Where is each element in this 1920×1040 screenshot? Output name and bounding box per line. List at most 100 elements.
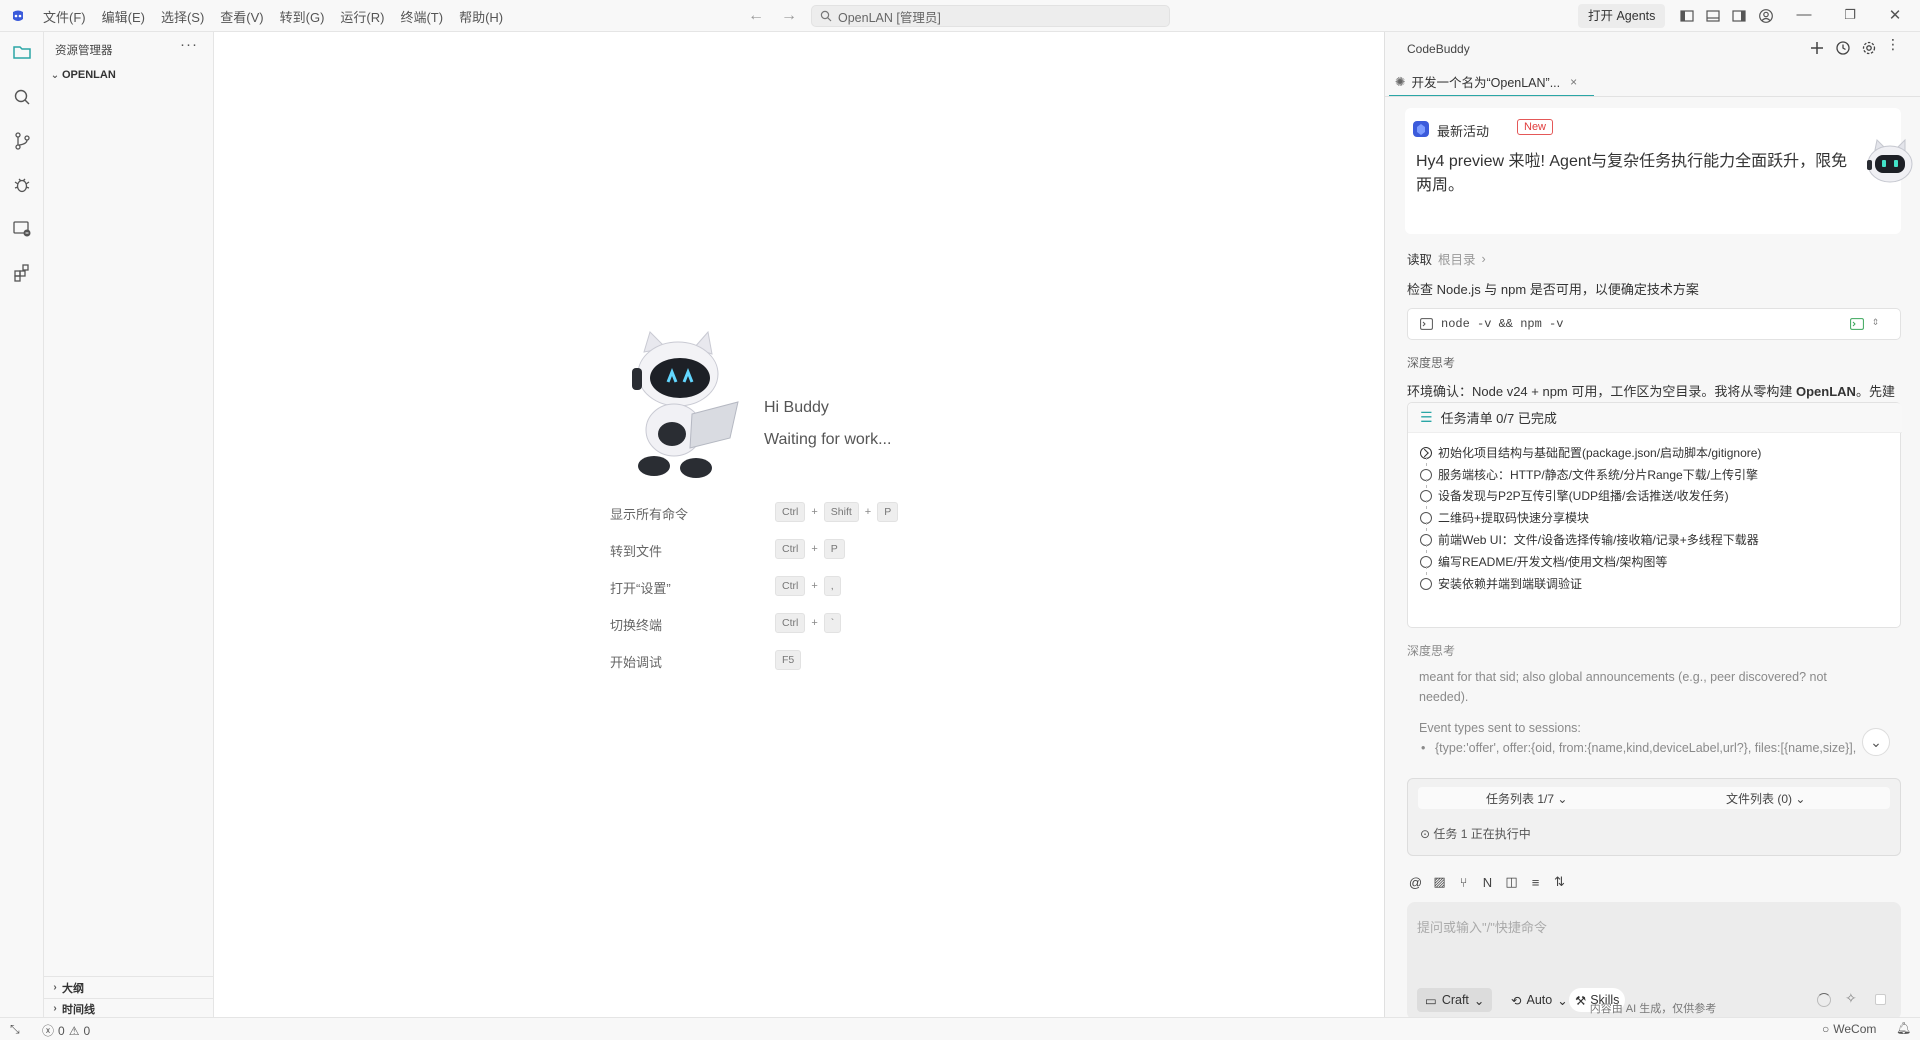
explorer-icon[interactable] [11, 41, 33, 63]
read-label: 读取 [1407, 253, 1433, 267]
outline-section[interactable]: › 大纲 [44, 976, 214, 998]
task-text: 服务端核心：HTTP/静态/文件系统/分片Range下载/上传引擎 [1438, 468, 1759, 482]
search-icon [820, 10, 832, 22]
task-pending-icon [1420, 577, 1432, 590]
task-connector [1426, 566, 1427, 575]
mention-icon[interactable]: @ [1407, 875, 1424, 890]
shortcut-label-start-debugging[interactable]: 开始调试 [610, 652, 662, 671]
shortcut-label-go-to-file[interactable]: 转到文件 [610, 541, 662, 560]
problems-indicator[interactable]: ⓧ 0 ⚠ 0 [42, 1022, 90, 1039]
warning-icon: ⚠ [68, 1023, 80, 1038]
thinking-line: meant for that sid; also global announce… [1419, 670, 1827, 684]
wecom-status[interactable]: ○ WeCom [1822, 1022, 1876, 1036]
notification-bell-icon[interactable]: 🔔︎ [1896, 1021, 1911, 1035]
menu-help[interactable]: 帮助(H) [459, 7, 503, 26]
task-checklist-card: ☰ 任务清单 0/7 已完成 初始化项目结构与基础配置(package.json… [1407, 402, 1902, 628]
task-connector [1426, 522, 1427, 531]
more-actions-icon[interactable]: ··· [180, 36, 198, 53]
welcome-greeting: Hi Buddy [764, 399, 829, 416]
shortcut-label-open-settings[interactable]: 打开“设置” [610, 578, 671, 597]
deep-thinking-label[interactable]: 深度思考 [1407, 354, 1455, 371]
nav-forward-icon[interactable]: → [781, 7, 797, 25]
root-folder-label: OPENLAN [62, 69, 116, 81]
rules-list-icon[interactable]: ≡ [1527, 875, 1544, 890]
task-text: 设备发现与P2P互传引擎(UDP组播/会话推送/收发任务) [1438, 489, 1729, 503]
task-text: 安装依赖并端到端联调验证 [1438, 577, 1583, 591]
thinking-line: {type:'offer', offer:{oid, from:{name,ki… [1435, 741, 1857, 755]
run-debug-icon[interactable] [11, 174, 33, 196]
nav-back-icon[interactable]: ← [748, 7, 764, 25]
sidebar-title: 资源管理器 [55, 45, 113, 57]
scroll-to-bottom-button[interactable]: ⌄ [1862, 728, 1890, 756]
thinking-line: needed). [1419, 690, 1469, 704]
restore-icon[interactable]: ❐ [1840, 7, 1860, 23]
outline-label: 大纲 [62, 982, 84, 995]
menu-view[interactable]: 查看(V) [220, 7, 263, 26]
thinking-content: meant for that sid; also global announce… [1407, 660, 1901, 760]
minimize-icon[interactable]: — [1794, 6, 1814, 23]
remote-explorer-icon[interactable] [11, 218, 33, 240]
panel-more-icon[interactable]: ⋮ [1886, 36, 1901, 53]
close-window-icon[interactable]: ✕ [1885, 6, 1905, 24]
command-center-search[interactable]: OpenLAN [管理员] [811, 5, 1170, 27]
news-text: Hy4 preview 来啦! Agent与复杂任务执行能力全面跃升，限免两周。 [1416, 153, 1848, 194]
tree-root-folder[interactable]: ⌄ OPENLAN [48, 69, 116, 81]
task-item: 设备发现与P2P互传引擎(UDP组播/会话推送/收发任务) [1420, 487, 1729, 504]
remote-connection-icon[interactable]: ⤡ [10, 1022, 20, 1037]
close-tab-icon[interactable]: × [1570, 75, 1577, 89]
panel-title: CodeBuddy [1407, 42, 1470, 56]
menu-file[interactable]: 文件(F) [43, 7, 86, 26]
command-text: node -v && npm -v [1441, 317, 1564, 331]
tab-divider [1385, 96, 1920, 97]
task-list-dropdown[interactable]: 任务列表 1/7 ⌄ [1486, 790, 1567, 807]
terminal-command-block[interactable]: node -v && npm -v ⇕ [1407, 308, 1901, 340]
chat-tab-label: 开发一个名为“OpenLAN”... [1411, 76, 1561, 90]
welcome-status: Waiting for work... [764, 431, 892, 448]
timeline-section[interactable]: › 时间线 [44, 998, 214, 1018]
book-icon[interactable]: ◫ [1503, 874, 1520, 890]
chat-tab[interactable]: ✺ 开发一个名为“OpenLAN”... × [1389, 68, 1594, 97]
open-agents-button[interactable]: 打开 Agents [1578, 4, 1666, 28]
image-icon[interactable]: ▨ [1431, 874, 1448, 890]
deep-thinking-label-2[interactable]: 深度思考 [1407, 642, 1455, 659]
loading-spinner-icon: ✺ [1395, 75, 1406, 89]
shortcut-label-toggle-terminal[interactable]: 切换终端 [610, 615, 662, 634]
timeline-label: 时间线 [62, 1003, 95, 1016]
shortcut-label-show-commands[interactable]: 显示所有命令 [610, 504, 688, 523]
toggle-panel-icon[interactable] [1705, 8, 1721, 24]
account-icon[interactable] [1758, 8, 1774, 24]
error-icon: ⓧ [42, 1024, 55, 1038]
news-card[interactable]: 最新活动 New Hy4 preview 来啦! Agent与复杂任务执行能力全… [1405, 108, 1913, 234]
new-badge: New [1517, 119, 1554, 135]
file-list-dropdown[interactable]: 文件列表 (0) ⌄ [1726, 790, 1805, 807]
toggle-secondary-sidebar-icon[interactable] [1731, 8, 1747, 24]
task-item: 安装依赖并端到端联调验证 [1420, 575, 1582, 592]
codebuddy-logo-icon [1413, 121, 1429, 137]
new-chat-icon[interactable] [1809, 40, 1825, 56]
extensions-icon[interactable] [11, 262, 33, 284]
read-action-row[interactable]: 读取 根目录 › [1407, 249, 1486, 268]
status-bar: ⤡ ⓧ 0 ⚠ 0 ○ WeCom 🔔︎ [0, 1017, 1920, 1040]
task-connector [1426, 457, 1427, 466]
list-icon: ☰ [1420, 409, 1433, 425]
menu-terminal[interactable]: 终端(T) [400, 7, 443, 26]
kbd-key: ` [823, 613, 842, 633]
settings-gear-icon[interactable] [1861, 40, 1877, 56]
source-control-icon[interactable] [11, 130, 33, 152]
search-view-icon[interactable] [11, 86, 33, 108]
expand-toggle-icon[interactable]: ⇕ [1872, 314, 1879, 329]
git-icon[interactable]: ⑂ [1455, 875, 1472, 890]
toggle-primary-sidebar-icon[interactable] [1679, 8, 1695, 24]
menu-edit[interactable]: 编辑(E) [102, 7, 145, 26]
chevron-right-icon: › [53, 1003, 57, 1014]
history-icon[interactable] [1835, 40, 1851, 56]
knowledge-icon[interactable]: N [1479, 875, 1496, 890]
input-toolbar: @ ▨ ⑂ N ◫ ≡ ⇅ [1407, 872, 1568, 892]
menu-go[interactable]: 转到(G) [280, 7, 325, 26]
tools-icon[interactable]: ⇅ [1551, 874, 1568, 890]
kbd-key: P [877, 502, 899, 522]
menu-selection[interactable]: 选择(S) [161, 7, 204, 26]
menu-run[interactable]: 运行(R) [340, 7, 384, 26]
kbd-key: Shift [823, 502, 859, 522]
shortcut-keys-go-to-file: Ctrl + P [775, 539, 845, 559]
